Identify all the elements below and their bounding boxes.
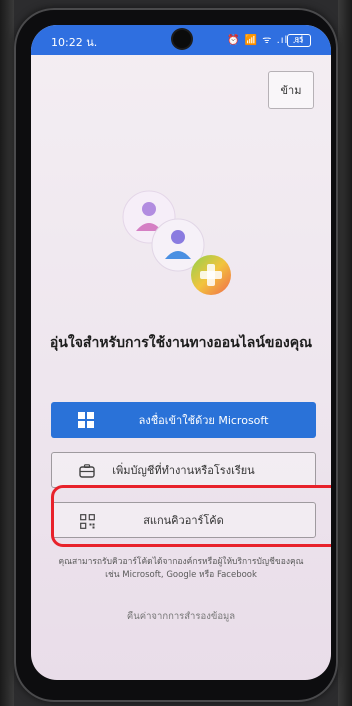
add-work-account-label: เพิ่มบัญชีที่ทำงานหรือโรงเรียน xyxy=(112,464,255,477)
accounts-illustration xyxy=(122,190,231,295)
background-right xyxy=(338,0,352,706)
microsoft-signin-label: ลงชื่อเข้าใช้ด้วย Microsoft xyxy=(138,414,269,427)
microsoft-signin-button[interactable]: ลงชื่อเข้าใช้ด้วย Microsoft xyxy=(51,402,316,438)
headline: อุ่นใจสำหรับการใช้งานทางออนไลน์ของคุณ xyxy=(49,335,313,351)
status-time: 10:22 น. xyxy=(51,36,98,49)
qr-info-text: คุณสามารถรับคิวอาร์โค้ดได้จากองค์กรหรือผ… xyxy=(58,557,304,580)
status-bar: 10:22 น. ⏰ 📶 ᯤ .ıl .ıl 85 xyxy=(31,25,331,55)
background-left xyxy=(0,0,14,706)
add-work-account-button[interactable]: เพิ่มบัญชีที่ทำงานหรือโรงเรียน xyxy=(51,452,316,488)
highlight-frame xyxy=(51,485,331,547)
front-camera xyxy=(173,30,191,48)
app-screen: 10:22 น. ⏰ 📶 ᯤ .ıl .ıl 85 ข้าม อุ่นใจสำห… xyxy=(31,25,331,680)
restore-from-backup-link[interactable]: คืนค่าจากการสำรองข้อมูล xyxy=(31,609,331,624)
battery-icon: 85 xyxy=(287,34,311,47)
skip-button[interactable]: ข้าม xyxy=(268,71,314,109)
